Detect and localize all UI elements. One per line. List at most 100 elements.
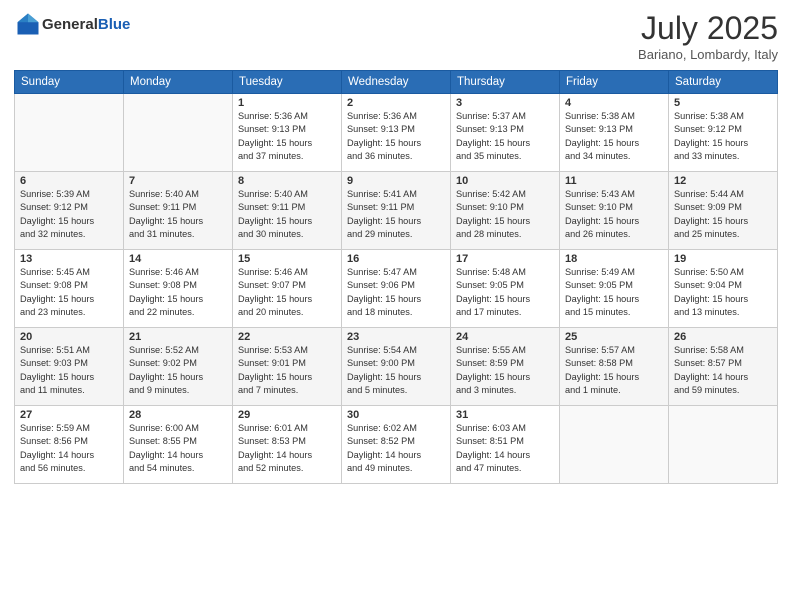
header-friday: Friday xyxy=(560,71,669,94)
day-number: 15 xyxy=(238,253,336,265)
day-number: 22 xyxy=(238,331,336,343)
day-info: Sunrise: 6:01 AM Sunset: 8:53 PM Dayligh… xyxy=(238,422,336,475)
logo-blue: Blue xyxy=(98,16,131,33)
day-info: Sunrise: 6:00 AM Sunset: 8:55 PM Dayligh… xyxy=(129,422,227,475)
header-thursday: Thursday xyxy=(451,71,560,94)
day-info: Sunrise: 5:55 AM Sunset: 8:59 PM Dayligh… xyxy=(456,344,554,397)
day-info: Sunrise: 5:46 AM Sunset: 9:07 PM Dayligh… xyxy=(238,266,336,319)
day-cell xyxy=(560,406,669,484)
day-number: 8 xyxy=(238,175,336,187)
header-tuesday: Tuesday xyxy=(233,71,342,94)
logo: GeneralBlue xyxy=(14,10,130,38)
day-info: Sunrise: 5:51 AM Sunset: 9:03 PM Dayligh… xyxy=(20,344,118,397)
day-cell: 3Sunrise: 5:37 AM Sunset: 9:13 PM Daylig… xyxy=(451,94,560,172)
day-cell: 4Sunrise: 5:38 AM Sunset: 9:13 PM Daylig… xyxy=(560,94,669,172)
day-cell: 2Sunrise: 5:36 AM Sunset: 9:13 PM Daylig… xyxy=(342,94,451,172)
day-info: Sunrise: 5:41 AM Sunset: 9:11 PM Dayligh… xyxy=(347,188,445,241)
day-info: Sunrise: 5:57 AM Sunset: 8:58 PM Dayligh… xyxy=(565,344,663,397)
day-cell: 17Sunrise: 5:48 AM Sunset: 9:05 PM Dayli… xyxy=(451,250,560,328)
day-cell xyxy=(15,94,124,172)
day-number: 4 xyxy=(565,97,663,109)
day-number: 17 xyxy=(456,253,554,265)
day-number: 25 xyxy=(565,331,663,343)
day-number: 16 xyxy=(347,253,445,265)
week-row-1: 6Sunrise: 5:39 AM Sunset: 9:12 PM Daylig… xyxy=(15,172,778,250)
day-cell: 8Sunrise: 5:40 AM Sunset: 9:11 PM Daylig… xyxy=(233,172,342,250)
day-number: 13 xyxy=(20,253,118,265)
calendar-table: Sunday Monday Tuesday Wednesday Thursday… xyxy=(14,70,778,484)
day-cell: 31Sunrise: 6:03 AM Sunset: 8:51 PM Dayli… xyxy=(451,406,560,484)
day-info: Sunrise: 5:39 AM Sunset: 9:12 PM Dayligh… xyxy=(20,188,118,241)
day-info: Sunrise: 5:40 AM Sunset: 9:11 PM Dayligh… xyxy=(238,188,336,241)
day-number: 6 xyxy=(20,175,118,187)
day-number: 27 xyxy=(20,409,118,421)
day-info: Sunrise: 5:38 AM Sunset: 9:13 PM Dayligh… xyxy=(565,110,663,163)
day-cell: 19Sunrise: 5:50 AM Sunset: 9:04 PM Dayli… xyxy=(669,250,778,328)
day-info: Sunrise: 5:40 AM Sunset: 9:11 PM Dayligh… xyxy=(129,188,227,241)
week-row-0: 1Sunrise: 5:36 AM Sunset: 9:13 PM Daylig… xyxy=(15,94,778,172)
day-cell: 15Sunrise: 5:46 AM Sunset: 9:07 PM Dayli… xyxy=(233,250,342,328)
week-row-4: 27Sunrise: 5:59 AM Sunset: 8:56 PM Dayli… xyxy=(15,406,778,484)
day-cell: 18Sunrise: 5:49 AM Sunset: 9:05 PM Dayli… xyxy=(560,250,669,328)
day-cell: 13Sunrise: 5:45 AM Sunset: 9:08 PM Dayli… xyxy=(15,250,124,328)
day-cell: 25Sunrise: 5:57 AM Sunset: 8:58 PM Dayli… xyxy=(560,328,669,406)
day-info: Sunrise: 5:54 AM Sunset: 9:00 PM Dayligh… xyxy=(347,344,445,397)
header-saturday: Saturday xyxy=(669,71,778,94)
day-cell: 16Sunrise: 5:47 AM Sunset: 9:06 PM Dayli… xyxy=(342,250,451,328)
day-info: Sunrise: 5:44 AM Sunset: 9:09 PM Dayligh… xyxy=(674,188,772,241)
day-number: 14 xyxy=(129,253,227,265)
day-cell: 5Sunrise: 5:38 AM Sunset: 9:12 PM Daylig… xyxy=(669,94,778,172)
day-number: 31 xyxy=(456,409,554,421)
day-cell xyxy=(124,94,233,172)
day-cell: 22Sunrise: 5:53 AM Sunset: 9:01 PM Dayli… xyxy=(233,328,342,406)
day-info: Sunrise: 6:02 AM Sunset: 8:52 PM Dayligh… xyxy=(347,422,445,475)
day-number: 19 xyxy=(674,253,772,265)
day-info: Sunrise: 6:03 AM Sunset: 8:51 PM Dayligh… xyxy=(456,422,554,475)
day-number: 26 xyxy=(674,331,772,343)
logo-icon xyxy=(14,10,42,38)
day-info: Sunrise: 5:46 AM Sunset: 9:08 PM Dayligh… xyxy=(129,266,227,319)
day-cell: 23Sunrise: 5:54 AM Sunset: 9:00 PM Dayli… xyxy=(342,328,451,406)
day-cell: 9Sunrise: 5:41 AM Sunset: 9:11 PM Daylig… xyxy=(342,172,451,250)
day-cell: 7Sunrise: 5:40 AM Sunset: 9:11 PM Daylig… xyxy=(124,172,233,250)
week-row-2: 13Sunrise: 5:45 AM Sunset: 9:08 PM Dayli… xyxy=(15,250,778,328)
month-title: July 2025 xyxy=(638,10,778,47)
day-info: Sunrise: 5:42 AM Sunset: 9:10 PM Dayligh… xyxy=(456,188,554,241)
day-cell: 14Sunrise: 5:46 AM Sunset: 9:08 PM Dayli… xyxy=(124,250,233,328)
day-cell: 11Sunrise: 5:43 AM Sunset: 9:10 PM Dayli… xyxy=(560,172,669,250)
day-number: 7 xyxy=(129,175,227,187)
day-info: Sunrise: 5:48 AM Sunset: 9:05 PM Dayligh… xyxy=(456,266,554,319)
day-number: 23 xyxy=(347,331,445,343)
day-number: 5 xyxy=(674,97,772,109)
day-number: 28 xyxy=(129,409,227,421)
day-info: Sunrise: 5:45 AM Sunset: 9:08 PM Dayligh… xyxy=(20,266,118,319)
day-info: Sunrise: 5:50 AM Sunset: 9:04 PM Dayligh… xyxy=(674,266,772,319)
day-number: 2 xyxy=(347,97,445,109)
week-row-3: 20Sunrise: 5:51 AM Sunset: 9:03 PM Dayli… xyxy=(15,328,778,406)
day-info: Sunrise: 5:36 AM Sunset: 9:13 PM Dayligh… xyxy=(238,110,336,163)
day-number: 11 xyxy=(565,175,663,187)
day-cell: 10Sunrise: 5:42 AM Sunset: 9:10 PM Dayli… xyxy=(451,172,560,250)
weekday-header-row: Sunday Monday Tuesday Wednesday Thursday… xyxy=(15,71,778,94)
day-cell: 29Sunrise: 6:01 AM Sunset: 8:53 PM Dayli… xyxy=(233,406,342,484)
day-number: 29 xyxy=(238,409,336,421)
day-number: 12 xyxy=(674,175,772,187)
day-info: Sunrise: 5:38 AM Sunset: 9:12 PM Dayligh… xyxy=(674,110,772,163)
day-info: Sunrise: 5:59 AM Sunset: 8:56 PM Dayligh… xyxy=(20,422,118,475)
title-block: July 2025 Bariano, Lombardy, Italy xyxy=(638,10,778,62)
day-cell: 27Sunrise: 5:59 AM Sunset: 8:56 PM Dayli… xyxy=(15,406,124,484)
day-number: 10 xyxy=(456,175,554,187)
header-monday: Monday xyxy=(124,71,233,94)
header-sunday: Sunday xyxy=(15,71,124,94)
day-number: 24 xyxy=(456,331,554,343)
header-wednesday: Wednesday xyxy=(342,71,451,94)
day-info: Sunrise: 5:52 AM Sunset: 9:02 PM Dayligh… xyxy=(129,344,227,397)
day-number: 3 xyxy=(456,97,554,109)
day-info: Sunrise: 5:47 AM Sunset: 9:06 PM Dayligh… xyxy=(347,266,445,319)
day-cell: 26Sunrise: 5:58 AM Sunset: 8:57 PM Dayli… xyxy=(669,328,778,406)
day-number: 20 xyxy=(20,331,118,343)
header: GeneralBlue July 2025 Bariano, Lombardy,… xyxy=(14,10,778,62)
day-cell: 24Sunrise: 5:55 AM Sunset: 8:59 PM Dayli… xyxy=(451,328,560,406)
day-info: Sunrise: 5:36 AM Sunset: 9:13 PM Dayligh… xyxy=(347,110,445,163)
location: Bariano, Lombardy, Italy xyxy=(638,47,778,62)
